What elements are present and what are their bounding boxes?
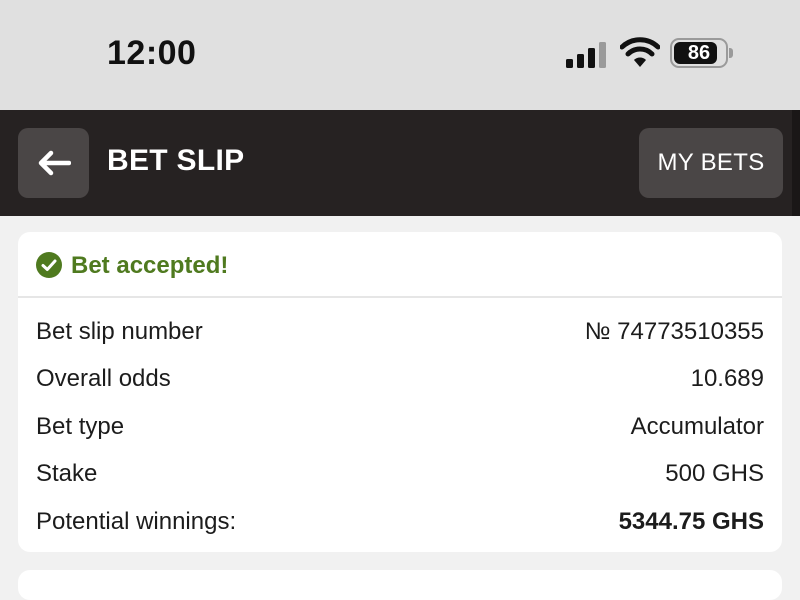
detail-row-bet-slip-number: Bet slip number № 74773510355 — [18, 308, 782, 355]
bet-type-value: Accumulator — [630, 413, 764, 440]
detail-label: Bet slip number — [36, 318, 203, 345]
status-time: 12:00 — [107, 34, 197, 72]
next-card-edge — [18, 570, 782, 600]
bet-accepted-text: Bet accepted! — [71, 252, 229, 279]
detail-row-stake: Stake 500 GHS — [18, 450, 782, 497]
stake-value: 500 GHS — [665, 460, 764, 487]
detail-row-potential-winnings: Potential winnings: 5344.75 GHS — [18, 498, 782, 545]
bet-slip-number-value: № 74773510355 — [584, 318, 764, 345]
app-header: BET SLIP MY BETS — [0, 110, 800, 216]
detail-label: Stake — [36, 460, 98, 487]
back-arrow-icon — [38, 150, 71, 176]
battery-icon: 86 — [670, 38, 734, 68]
detail-label: Overall odds — [36, 365, 171, 392]
header-edge — [792, 110, 800, 216]
battery-level: 86 — [687, 42, 711, 64]
bet-accepted-banner: Bet accepted! — [18, 232, 782, 298]
check-circle-icon — [36, 252, 62, 278]
page-title: BET SLIP — [107, 144, 245, 177]
overall-odds-value: 10.689 — [690, 365, 764, 392]
bet-confirmation-card: Bet accepted! Bet slip number № 74773510… — [18, 232, 782, 552]
wifi-icon — [620, 37, 660, 67]
signal-icon — [566, 42, 606, 68]
status-bar: 12:00 86 — [0, 0, 800, 110]
detail-label: Bet type — [36, 413, 125, 440]
potential-winnings-value: 5344.75 GHS — [618, 508, 764, 535]
detail-row-overall-odds: Overall odds 10.689 — [18, 355, 782, 402]
detail-row-bet-type: Bet type Accumulator — [18, 403, 782, 450]
my-bets-button[interactable]: MY BETS — [639, 128, 783, 198]
back-button[interactable] — [18, 128, 89, 198]
detail-label: Potential winnings: — [36, 508, 237, 535]
